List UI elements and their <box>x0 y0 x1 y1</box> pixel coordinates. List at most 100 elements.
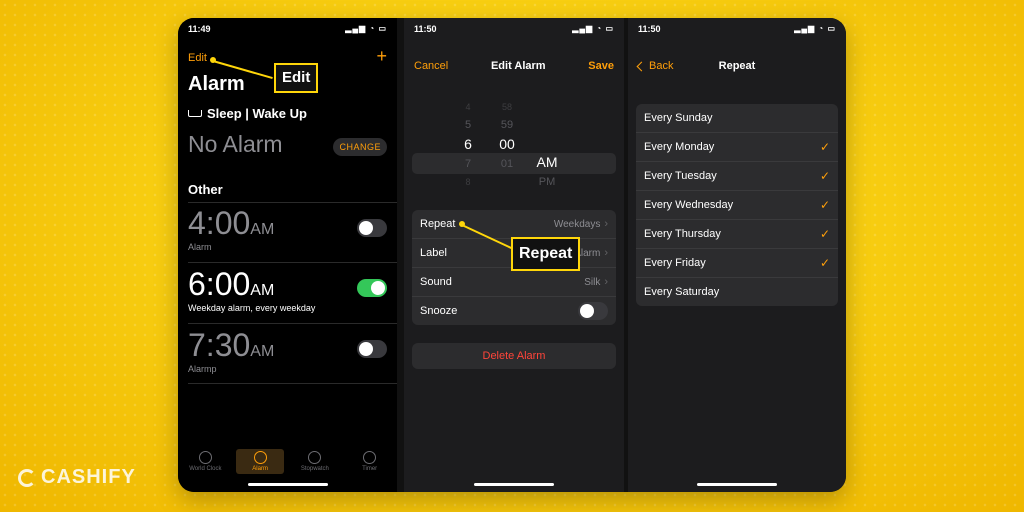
home-indicator <box>697 483 777 486</box>
picker-value: 5 <box>464 119 472 131</box>
signal-wifi-battery-icon: ▂▄▆ ◔ ▭ <box>794 24 836 33</box>
sleep-wake-header: Sleep | Wake Up <box>188 106 307 121</box>
alarm-label: Alarmp <box>188 364 217 374</box>
picker-value: 7 <box>464 158 472 170</box>
picker-value: PM <box>538 176 556 188</box>
no-alarm-text: No Alarm <box>188 131 283 157</box>
snooze-toggle[interactable] <box>578 302 608 320</box>
day-row-thursday[interactable]: Every Thursday ✓ <box>636 220 838 249</box>
alarm-row[interactable]: 6:00AM Weekday alarm, every weekday <box>188 266 315 313</box>
status-bar: 11:50 ▂▄▆ ◔ ▭ <box>638 24 836 34</box>
picker-value-selected: 6 <box>464 136 472 152</box>
checkmark-icon: ✓ <box>819 256 830 270</box>
toggle-knob <box>580 304 594 318</box>
alarm-label: Alarm <box>188 242 212 252</box>
chevron-right-icon: › <box>604 247 608 259</box>
day-label: Every Friday <box>644 257 706 269</box>
day-label: Every Thursday <box>644 228 721 240</box>
toggle-knob <box>359 342 373 356</box>
alarm-ampm: AM <box>250 282 275 299</box>
row-label: Label <box>420 247 447 259</box>
day-row-sunday[interactable]: Every Sunday <box>636 104 838 133</box>
change-button[interactable]: CHANGE <box>333 138 387 156</box>
tab-label: World Clock <box>189 466 222 472</box>
alarm-time: 4:00 <box>188 205 251 241</box>
day-row-wednesday[interactable]: Every Wednesday ✓ <box>636 191 838 220</box>
repeat-screen: 11:50 ▂▄▆ ◔ ▭ Repeat Back Every Sunday E… <box>628 18 846 492</box>
day-row-monday[interactable]: Every Monday ✓ <box>636 133 838 162</box>
repeat-row[interactable]: Repeat Weekdays › <box>412 210 616 239</box>
other-section-header: Other <box>188 182 223 197</box>
alarm-row[interactable]: 7:30AM Alarmp <box>188 327 274 374</box>
tab-alarm[interactable]: Alarm <box>236 449 285 474</box>
divider <box>188 383 397 384</box>
row-value: Silk <box>584 277 601 288</box>
ampm-wheel[interactable]: . AM PM <box>532 134 562 191</box>
bed-icon <box>188 110 202 117</box>
tab-label: Stopwatch <box>300 466 329 472</box>
checkmark-icon: ✓ <box>819 198 830 212</box>
toggle-knob <box>359 221 373 235</box>
delete-alarm-button[interactable]: Delete Alarm <box>412 343 616 369</box>
chevron-left-icon <box>636 61 647 71</box>
snooze-row: Snooze <box>412 297 616 325</box>
checkmark-icon: ✓ <box>819 169 830 183</box>
page-title: Alarm <box>188 73 245 95</box>
alarm-toggle[interactable] <box>357 279 387 297</box>
edit-button[interactable]: Edit <box>188 52 207 64</box>
tab-label: Timer <box>362 466 378 472</box>
tab-timer[interactable]: Timer <box>346 449 394 474</box>
timer-icon <box>363 451 377 464</box>
alarm-time: 7:30 <box>188 327 251 363</box>
repeat-callout: Repeat <box>511 237 581 271</box>
tab-world-clock[interactable]: World Clock <box>181 449 229 474</box>
checkmark-icon: ✓ <box>819 227 830 241</box>
alarm-clock-icon <box>253 451 267 464</box>
row-label: Sound <box>420 276 452 288</box>
day-row-tuesday[interactable]: Every Tuesday ✓ <box>636 162 838 191</box>
day-label: Every Tuesday <box>644 170 717 182</box>
day-row-friday[interactable]: Every Friday ✓ <box>636 249 838 278</box>
status-time: 11:50 <box>414 24 437 34</box>
day-label: Every Monday <box>644 141 715 153</box>
repeat-days-list: Every Sunday Every Monday ✓ Every Tuesda… <box>636 104 838 306</box>
picker-value: 59 <box>500 119 514 131</box>
brand-name: CASHIFY <box>41 466 136 488</box>
nav-title: Edit Alarm <box>490 60 546 72</box>
edit-callout: Edit <box>274 63 319 93</box>
tab-stopwatch[interactable]: Stopwatch <box>291 449 339 474</box>
cancel-button[interactable]: Cancel <box>414 60 448 72</box>
signal-wifi-battery-icon: ▂▄▆ ◔ ▭ <box>345 24 387 33</box>
save-button[interactable]: Save <box>588 60 614 72</box>
alarm-ampm: AM <box>250 221 275 238</box>
alarm-toggle[interactable] <box>357 219 387 237</box>
picker-value: 8 <box>465 177 471 187</box>
home-indicator <box>247 483 328 486</box>
globe-icon <box>198 451 212 464</box>
add-alarm-button[interactable]: + <box>376 46 387 67</box>
alarm-row[interactable]: 4:00AM Alarm <box>188 205 274 252</box>
tab-bar: World Clock Alarm Stopwatch Timer <box>178 442 397 474</box>
minute-wheel[interactable]: 58 59 00 01 . <box>492 98 522 191</box>
alarm-label: Weekday alarm, every weekday <box>188 303 316 313</box>
divider <box>188 262 397 263</box>
picker-value-selected: AM <box>536 154 558 170</box>
signal-wifi-battery-icon: ▂▄▆ ◔ ▭ <box>572 24 614 33</box>
cashify-logo-icon <box>18 468 36 487</box>
chevron-right-icon: › <box>604 218 608 230</box>
day-label: Every Wednesday <box>644 199 734 211</box>
status-bar: 11:50 ▂▄▆ ◔ ▭ <box>414 24 614 34</box>
alarm-time: 6:00 <box>188 266 251 302</box>
sleep-label: Sleep | Wake Up <box>207 106 307 121</box>
sound-row[interactable]: Sound Silk › <box>412 268 616 297</box>
picker-value: 4 <box>465 102 471 112</box>
back-label: Back <box>649 60 674 72</box>
time-picker[interactable]: 4 5 6 7 8 58 59 00 01 . . AM PM <box>404 98 624 208</box>
day-row-saturday[interactable]: Every Saturday <box>636 278 838 306</box>
picker-value: 58 <box>501 102 512 112</box>
home-indicator <box>474 483 554 486</box>
toggle-knob <box>371 281 385 295</box>
hour-wheel[interactable]: 4 5 6 7 8 <box>456 98 480 191</box>
alarm-toggle[interactable] <box>357 340 387 358</box>
back-button[interactable]: Back <box>636 60 674 72</box>
